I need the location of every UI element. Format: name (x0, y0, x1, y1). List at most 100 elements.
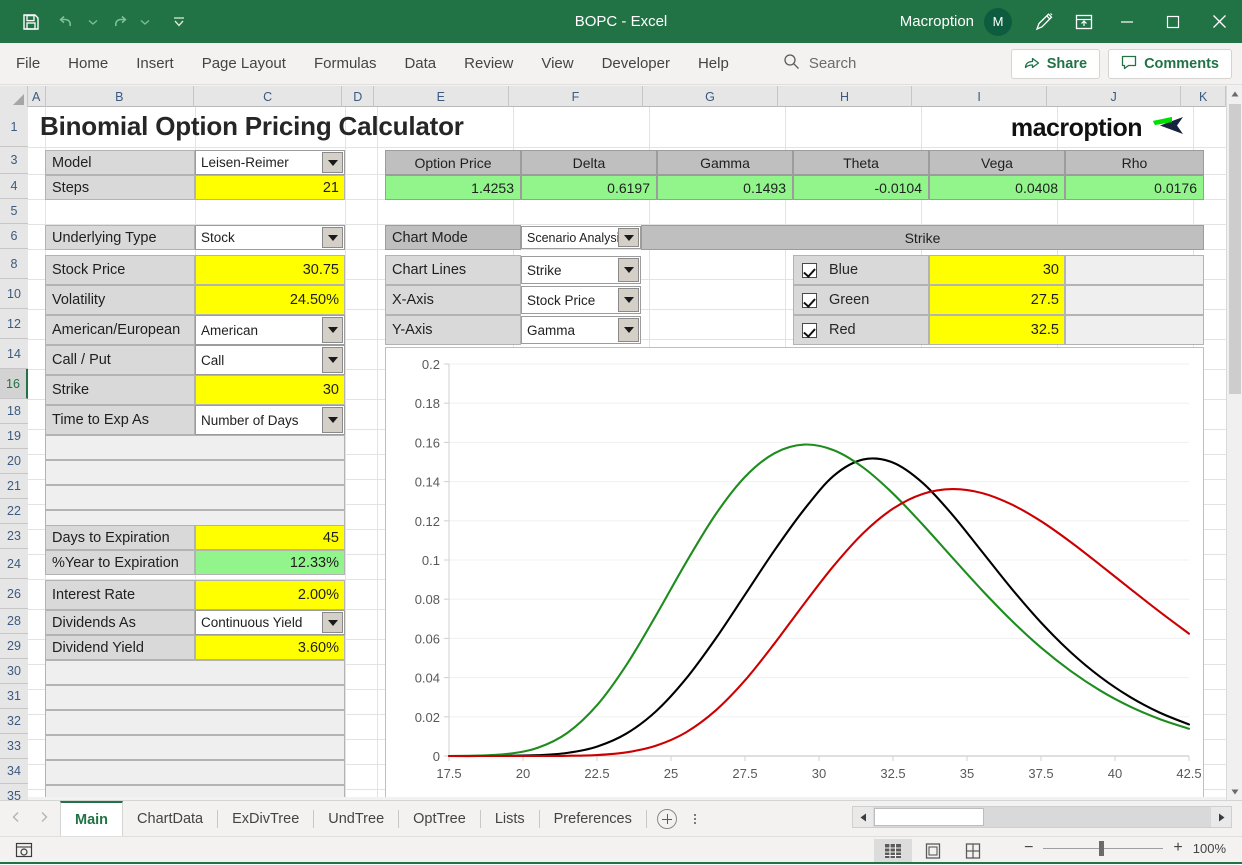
horizontal-scroll-thumb[interactable] (874, 808, 984, 826)
row-header-4[interactable]: 4 (0, 174, 28, 199)
sheet-tab-chartdata[interactable]: ChartData (123, 801, 217, 837)
empty-row-34[interactable] (45, 760, 345, 785)
column-header-b[interactable]: B (46, 86, 194, 107)
sheet-prev-icon[interactable] (10, 810, 22, 828)
ribbon-tab-developer[interactable]: Developer (588, 43, 684, 85)
close-button[interactable] (1196, 0, 1242, 43)
search-input[interactable]: Search (783, 53, 856, 74)
row-header-32[interactable]: 32 (0, 709, 28, 734)
empty-row-30[interactable] (45, 660, 345, 685)
empty-row-21[interactable] (45, 485, 345, 510)
ribbon-display-options-icon[interactable] (1064, 0, 1104, 43)
series-value-blue[interactable]: 30 (929, 255, 1065, 285)
row-header-12[interactable]: 12 (0, 309, 28, 339)
column-header-i[interactable]: I (912, 86, 1047, 107)
row-header-14[interactable]: 14 (0, 339, 28, 369)
chevron-down-icon[interactable] (322, 612, 343, 633)
row-header-29[interactable]: 29 (0, 634, 28, 659)
zoom-out-button[interactable]: − (1024, 839, 1033, 857)
dropdown-chart-mode[interactable]: Scenario Analysis (521, 226, 641, 249)
dropdown-model[interactable]: Leisen-Reimer (195, 150, 345, 175)
sheet-tab-preferences[interactable]: Preferences (540, 801, 646, 837)
input-days-to-expiration[interactable]: 45 (195, 525, 345, 550)
zoom-in-button[interactable]: + (1173, 839, 1182, 857)
empty-row-33[interactable] (45, 735, 345, 760)
scroll-left-arrow-icon[interactable] (853, 807, 873, 827)
sheet-tab-main[interactable]: Main (60, 800, 124, 837)
normal-view-button[interactable] (874, 839, 912, 863)
empty-row-19[interactable] (45, 435, 345, 460)
ribbon-tab-view[interactable]: View (527, 43, 587, 85)
row-header-26[interactable]: 26 (0, 579, 28, 609)
row-header-20[interactable]: 20 (0, 449, 28, 474)
horizontal-scrollbar[interactable] (852, 806, 1232, 828)
ribbon-tab-data[interactable]: Data (390, 43, 450, 85)
chevron-down-icon[interactable] (322, 317, 343, 343)
chevron-down-icon[interactable] (618, 318, 639, 342)
row-header-10[interactable]: 10 (0, 279, 28, 309)
sheet-tab-exdivtree[interactable]: ExDivTree (218, 801, 313, 837)
chevron-down-icon[interactable] (618, 258, 639, 282)
chevron-down-icon[interactable] (322, 407, 343, 433)
ribbon-tab-insert[interactable]: Insert (122, 43, 188, 85)
dropdown-chart-lines[interactable]: Strike (521, 256, 641, 284)
series-value-green[interactable]: 27.5 (929, 285, 1065, 315)
undo-icon[interactable] (50, 7, 84, 37)
row-header-19[interactable]: 19 (0, 424, 28, 449)
input-strike[interactable]: 30 (195, 375, 345, 405)
redo-chevron-down-icon[interactable] (138, 7, 152, 37)
dropdown-call-put[interactable]: Call (195, 345, 345, 375)
share-button[interactable]: Share (1010, 49, 1101, 79)
checkbox-red[interactable] (802, 322, 817, 338)
scroll-up-arrow-icon[interactable] (1227, 86, 1242, 102)
row-header-22[interactable]: 22 (0, 499, 28, 524)
chevron-down-icon[interactable] (618, 228, 639, 247)
input-stock-price[interactable]: 30.75 (195, 255, 345, 285)
series-toggle-green[interactable]: Green (793, 285, 929, 315)
dropdown-y-axis[interactable]: Gamma (521, 316, 641, 344)
row-header-23[interactable]: 23 (0, 524, 28, 549)
ribbon-tab-review[interactable]: Review (450, 43, 527, 85)
row-header-1[interactable]: 1 (0, 107, 28, 147)
minimize-button[interactable] (1104, 0, 1150, 43)
vertical-scroll-thumb[interactable] (1229, 104, 1241, 394)
ribbon-tab-formulas[interactable]: Formulas (300, 43, 391, 85)
input-volatility[interactable]: 24.50% (195, 285, 345, 315)
scroll-right-arrow-icon[interactable] (1211, 807, 1231, 827)
row-header-5[interactable]: 5 (0, 199, 28, 224)
row-header-24[interactable]: 24 (0, 549, 28, 579)
row-header-31[interactable]: 31 (0, 684, 28, 709)
empty-row-32[interactable] (45, 710, 345, 735)
dropdown-time-to-exp-as[interactable]: Number of Days (195, 405, 345, 435)
empty-row-35[interactable] (45, 785, 345, 797)
sheet-nav-arrows[interactable] (0, 810, 60, 828)
chevron-down-icon[interactable] (322, 227, 343, 248)
row-header-3[interactable]: 3 (0, 147, 28, 174)
worksheet-grid[interactable]: Binomial Option Pricing Calculator macro… (28, 107, 1226, 797)
series-toggle-blue[interactable]: Blue (793, 255, 929, 285)
empty-row-31[interactable] (45, 685, 345, 710)
page-layout-view-button[interactable] (914, 839, 952, 863)
column-header-d[interactable]: D (342, 86, 375, 107)
scenario-analysis-chart[interactable]: 0 0.02 0.04 0.06 0.08 0.1 0.12 0.14 0.16 0.18 0.2 1… (385, 347, 1204, 797)
maximize-button[interactable] (1150, 0, 1196, 43)
ribbon-tab-page-layout[interactable]: Page Layout (188, 43, 300, 85)
customize-qat-icon[interactable] (162, 7, 196, 37)
row-header-16[interactable]: 16 (0, 369, 28, 399)
dropdown-dividends-as[interactable]: Continuous Yield (195, 610, 345, 635)
undo-chevron-down-icon[interactable] (86, 7, 100, 37)
ribbon-tab-home[interactable]: Home (54, 43, 122, 85)
sheet-tab-overflow-icon[interactable] (687, 813, 703, 824)
row-header-30[interactable]: 30 (0, 659, 28, 684)
select-all-corner[interactable] (0, 86, 28, 107)
series-value-red[interactable]: 32.5 (929, 315, 1065, 345)
empty-row-20[interactable] (45, 460, 345, 485)
row-header-34[interactable]: 34 (0, 759, 28, 784)
row-header-21[interactable]: 21 (0, 474, 28, 499)
series-toggle-red[interactable]: Red (793, 315, 929, 345)
sheet-tab-undtree[interactable]: UndTree (314, 801, 398, 837)
add-sheet-button[interactable] (647, 801, 687, 837)
input-steps[interactable]: 21 (195, 175, 345, 200)
sheet-tab-lists[interactable]: Lists (481, 801, 539, 837)
chevron-down-icon[interactable] (618, 288, 639, 312)
